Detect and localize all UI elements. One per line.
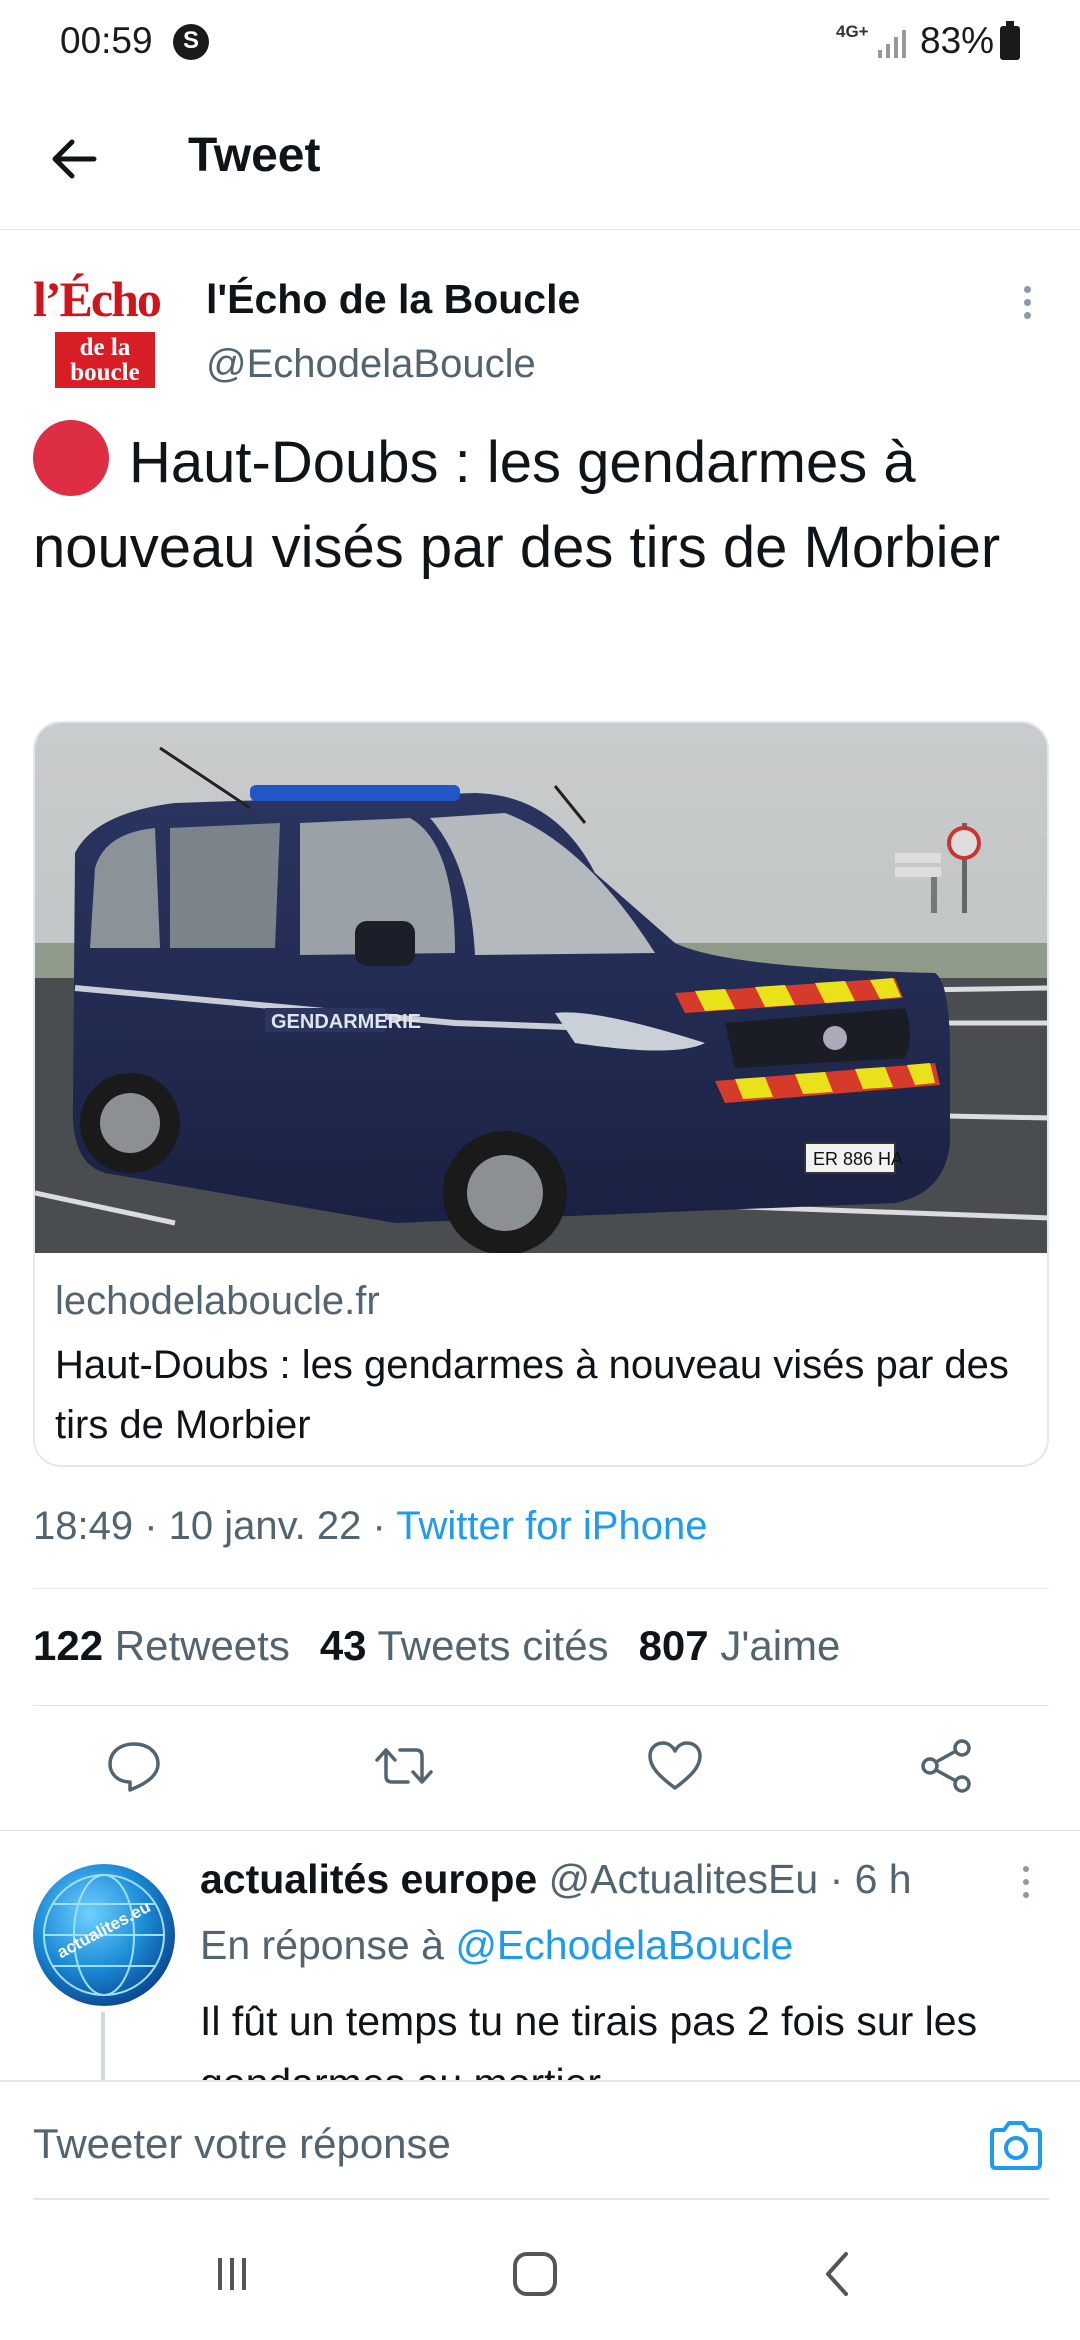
reply-prefix: En réponse à xyxy=(200,1922,444,1968)
reply-mention[interactable]: @EchodelaBoucle xyxy=(455,1922,793,1968)
van-label: GENDARMERIE xyxy=(271,1011,421,1033)
quotes-stat[interactable]: 43 Tweets cités xyxy=(320,1622,609,1669)
retweets-count: 122 xyxy=(33,1622,104,1669)
reply-input[interactable]: Tweeter votre réponse xyxy=(33,2120,451,2168)
tweet-text: Haut-Doubs : les gendarmes à nouveau vis… xyxy=(33,420,1043,590)
link-card[interactable]: GENDARMERIE ER 886 HA lechodelaboucle.fr… xyxy=(33,721,1049,1467)
author-name[interactable]: l'Écho de la Boucle xyxy=(206,276,580,323)
system-nav-bar xyxy=(0,2202,1080,2340)
more-vertical-icon[interactable] xyxy=(1016,1866,1036,1910)
logo-box: de la boucle xyxy=(55,332,155,388)
author-handle[interactable]: @EchodelaBoucle xyxy=(206,342,536,387)
reply-age: 6 h xyxy=(854,1856,912,1902)
tweet-date: 10 janv. 22 xyxy=(168,1504,362,1548)
red-circle-icon xyxy=(33,420,109,496)
heart-icon[interactable] xyxy=(645,1736,705,1796)
recents-icon[interactable] xyxy=(202,2244,262,2304)
tweet-stats: 122 Retweets 43 Tweets cités 807 J'aime xyxy=(33,1622,840,1670)
comment-icon[interactable] xyxy=(104,1736,164,1796)
tweet-client[interactable]: Twitter for iPhone xyxy=(396,1504,707,1548)
likes-count: 807 xyxy=(638,1622,709,1669)
retweets-stat[interactable]: 122 Retweets xyxy=(33,1622,290,1669)
share-icon[interactable] xyxy=(916,1736,976,1796)
likes-label: J'aime xyxy=(720,1622,841,1669)
battery-percent: 83% xyxy=(920,20,995,61)
reply-author-handle[interactable]: @ActualitesEu xyxy=(549,1856,819,1902)
thread-line xyxy=(101,2012,105,2082)
card-image: GENDARMERIE ER 886 HA xyxy=(35,723,1047,1253)
logo-line: de la xyxy=(79,334,131,361)
status-time: 00:59 xyxy=(60,20,153,61)
plate-text: ER 886 HA xyxy=(813,1149,903,1169)
retweets-label: Retweets xyxy=(114,1622,290,1669)
retweet-icon[interactable] xyxy=(374,1736,434,1796)
card-domain: lechodelaboucle.fr xyxy=(55,1279,380,1323)
tweet-time: 18:49 xyxy=(33,1504,134,1548)
status-bar: 00:59 4G+ 83% xyxy=(0,0,1080,90)
reply-header: actualités europe @ActualitesEu · 6 h xyxy=(200,1856,912,1902)
reply-avatar[interactable]: actualites.eu xyxy=(33,1864,175,2006)
page-title: Tweet xyxy=(188,129,321,182)
tweet-text-content: Haut-Doubs : les gendarmes à nouveau vis… xyxy=(33,430,1001,580)
camera-icon[interactable] xyxy=(986,2118,1046,2174)
divider xyxy=(33,1705,1049,1706)
compose-bar: Tweeter votre réponse xyxy=(0,2080,1080,2202)
compose-underline xyxy=(33,2198,1049,2200)
logo-echo: l’Écho xyxy=(33,271,162,327)
card-title: Haut-Doubs : les gendarmes à nouveau vis… xyxy=(55,1343,1009,1447)
author-avatar[interactable]: l’Écho de la boucle xyxy=(33,270,173,396)
shazam-icon xyxy=(173,24,209,60)
divider xyxy=(0,1830,1080,1831)
tweet-meta: 18:49 · 10 janv. 22 · Twitter for iPhone xyxy=(33,1504,708,1548)
signal-icon xyxy=(878,30,906,58)
arrow-left-icon[interactable] xyxy=(40,124,110,194)
nav-back-icon[interactable] xyxy=(808,2244,868,2304)
divider xyxy=(33,1588,1049,1589)
header: Tweet xyxy=(0,90,1080,230)
reply-author-name[interactable]: actualités europe xyxy=(200,1856,537,1902)
network-type: 4G+ xyxy=(836,22,869,41)
quotes-count: 43 xyxy=(319,1622,367,1669)
more-vertical-icon[interactable] xyxy=(1010,282,1044,328)
likes-stat[interactable]: 807 J'aime xyxy=(639,1622,841,1669)
battery-icon xyxy=(1000,21,1020,60)
reply-context: En réponse à @EchodelaBoucle xyxy=(200,1922,793,1969)
logo-line: boucle xyxy=(70,359,140,386)
home-icon[interactable] xyxy=(505,2244,565,2304)
quotes-label: Tweets cités xyxy=(377,1622,609,1669)
